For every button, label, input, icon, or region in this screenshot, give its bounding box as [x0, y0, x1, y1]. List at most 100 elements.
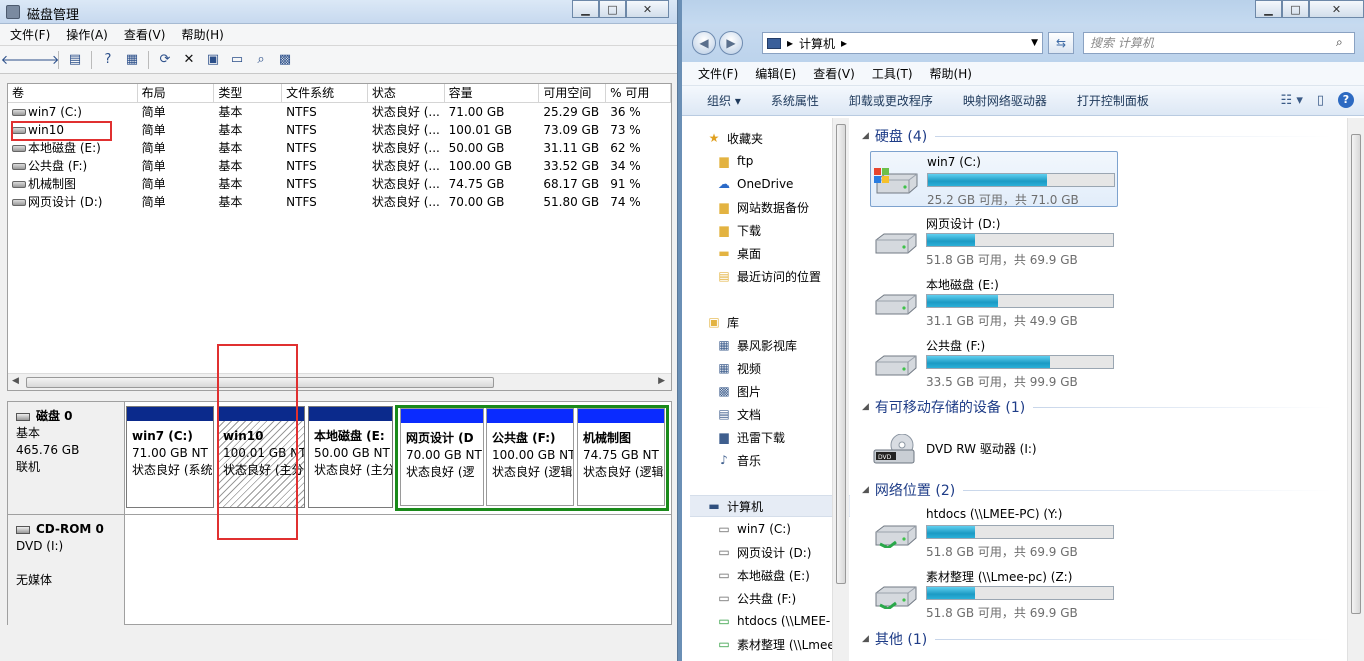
help-icon[interactable]: ?: [98, 50, 118, 70]
properties-icon[interactable]: ▦: [122, 50, 142, 70]
partition-mechanical-drawing[interactable]: 机械制图 74.75 GB NT 状态良好 (逻辑: [577, 408, 665, 506]
col-type[interactable]: 类型: [214, 84, 283, 102]
network-drive-item-material-z[interactable]: 素材整理 (\\Lmee-pc) (Z:) 51.8 GB 可用，共 69.9 G…: [870, 565, 1118, 621]
col-layout[interactable]: 布局: [138, 84, 215, 102]
system-properties-button[interactable]: 系统属性: [771, 92, 819, 109]
nav-item-music[interactable]: ♪ 音乐: [690, 449, 850, 471]
search-icon[interactable]: ⌕: [1336, 35, 1343, 50]
partition-public-f[interactable]: 公共盘 (F:) 100.00 GB NT 状态良好 (逻辑: [486, 408, 574, 506]
forward-icon[interactable]: ▶: [719, 31, 743, 55]
nav-item-recent-places[interactable]: ▤ 最近访问的位置: [690, 265, 850, 287]
rescan-disks-icon[interactable]: ▩: [275, 50, 295, 70]
organize-button[interactable]: 组织 ▾: [707, 92, 741, 109]
menu-action[interactable]: 操作(A): [66, 26, 108, 43]
navigation-scrollbar[interactable]: [832, 118, 849, 661]
nav-item-public-f[interactable]: ▭ 公共盘 (F:): [690, 587, 850, 609]
content-scrollbar[interactable]: [1347, 118, 1364, 661]
close-button[interactable]: ✕: [626, 0, 669, 18]
nav-item-htdocs-y[interactable]: ▭ htdocs (\\LMEE-: [690, 610, 850, 632]
view-options-icon[interactable]: ☷ ▾: [1281, 93, 1303, 108]
partition-webdesign-d[interactable]: 网页设计 (D 70.00 GB NT 状态良好 (逻: [400, 408, 484, 506]
col-percent-free[interactable]: % 可用: [606, 84, 671, 102]
nav-item-baofeng-video-library[interactable]: ▦ 暴风影视库: [690, 334, 850, 356]
drive-item-webdesign-d[interactable]: 网页设计 (D:) 51.8 GB 可用，共 69.9 GB: [870, 212, 1118, 268]
address-dropdown-icon[interactable]: ▼: [1031, 38, 1038, 48]
nav-item-downloads[interactable]: ▆ 下载: [690, 219, 850, 241]
nav-item-win7-c[interactable]: ▭ win7 (C:): [690, 518, 850, 540]
search-icon[interactable]: ⌕: [251, 50, 271, 70]
nav-item-documents[interactable]: ▤ 文档: [690, 403, 850, 425]
disk0-label[interactable]: 磁盘 0 基本 465.76 GB 联机: [8, 402, 125, 514]
col-capacity[interactable]: 容量: [445, 84, 540, 102]
nav-computer[interactable]: ▬ 计算机: [690, 495, 850, 517]
nav-libraries[interactable]: ▣ 库: [690, 311, 850, 333]
menu-tools[interactable]: 工具(T): [872, 65, 913, 82]
scrollbar-thumb[interactable]: [1351, 134, 1361, 614]
collapse-icon[interactable]: ◢: [862, 131, 869, 141]
open-control-panel-button[interactable]: 打开控制面板: [1077, 92, 1149, 109]
cdrom0-label[interactable]: CD-ROM 0 DVD (I:) 无媒体: [8, 515, 125, 625]
menu-edit[interactable]: 编辑(E): [755, 65, 796, 82]
col-free-space[interactable]: 可用空间: [539, 84, 607, 102]
nav-item-ftp[interactable]: ▆ ftp: [690, 150, 850, 172]
drive-item-win7-c[interactable]: win7 (C:) 25.2 GB 可用，共 71.0 GB: [870, 151, 1118, 207]
volume-row[interactable]: 机械制图 简单 基本 NTFS 状态良好 (... 74.75 GB 68.17 GB 91 …: [8, 175, 671, 193]
col-status[interactable]: 状态: [368, 84, 445, 102]
map-network-drive-button[interactable]: 映射网络驱动器: [963, 92, 1047, 109]
menu-file[interactable]: 文件(F): [698, 65, 738, 82]
collapse-icon[interactable]: ◢: [862, 634, 869, 644]
partition-win7-c[interactable]: win7 (C:) 71.00 GB NT 状态良好 (系统: [126, 406, 214, 508]
menu-file[interactable]: 文件(F): [10, 26, 50, 43]
nav-item-material-z[interactable]: ▭ 素材整理 (\\Lmee: [690, 633, 850, 655]
console-tree-icon[interactable]: ▤: [65, 50, 85, 70]
address-bar[interactable]: ▸ 计算机 ▸ ▼: [762, 32, 1043, 54]
network-drive-item-htdocs-y[interactable]: htdocs (\\LMEE-PC) (Y:) 51.8 GB 可用，共 69.9…: [870, 504, 1118, 560]
maximize-button[interactable]: □: [599, 0, 626, 18]
nav-favorites[interactable]: ★ 收藏夹: [690, 127, 850, 149]
nav-item-local-e[interactable]: ▭ 本地磁盘 (E:): [690, 564, 850, 586]
close-button[interactable]: ✕: [1309, 0, 1364, 18]
minimize-button[interactable]: ▁: [572, 0, 599, 18]
menu-view[interactable]: 查看(V): [813, 65, 855, 82]
col-volume[interactable]: 卷: [8, 84, 138, 102]
nav-item-desktop[interactable]: ▬ 桌面: [690, 242, 850, 264]
minimize-button[interactable]: ▁: [1255, 0, 1282, 18]
scroll-right-icon[interactable]: ▶: [658, 376, 665, 386]
group-header-removable[interactable]: ◢ 有可移动存储的设备 (1): [862, 397, 1332, 417]
help-icon[interactable]: ?: [1338, 92, 1354, 108]
group-header-hdd[interactable]: ◢ 硬盘 (4): [862, 126, 1332, 146]
menu-help[interactable]: 帮助(H): [930, 65, 972, 82]
scrollbar-thumb[interactable]: [836, 124, 846, 584]
drive-item-local-e[interactable]: 本地磁盘 (E:) 31.1 GB 可用，共 49.9 GB: [870, 273, 1118, 329]
refresh-icon[interactable]: ⇆: [1048, 32, 1074, 54]
volume-row[interactable]: win7 (C:) 简单 基本 NTFS 状态良好 (... 71.00 GB 25.29 …: [8, 103, 671, 121]
menu-help[interactable]: 帮助(H): [181, 26, 223, 43]
nav-item-website-backup[interactable]: ▆ 网站数据备份: [690, 196, 850, 218]
back-icon[interactable]: ◀: [692, 31, 716, 55]
group-header-other[interactable]: ◢ 其他 (1): [862, 629, 1332, 649]
partition-local-e[interactable]: 本地磁盘 (E: 50.00 GB NT 状态良好 (主分: [308, 406, 393, 508]
refresh-icon[interactable]: ⟳: [155, 50, 175, 70]
nav-item-onedrive[interactable]: ☁ OneDrive: [690, 173, 850, 195]
forward-arrow-icon[interactable]: 🡒: [25, 50, 60, 70]
collapse-icon[interactable]: ◢: [862, 485, 869, 495]
col-filesystem[interactable]: 文件系统: [282, 84, 368, 102]
dvd-drive-item[interactable]: DVD DVD RW 驱动器 (I:): [870, 420, 1118, 476]
volume-row[interactable]: 网页设计 (D:) 简单 基本 NTFS 状态良好 (... 70.00 GB 51.80 …: [8, 193, 671, 211]
horizontal-scrollbar[interactable]: ◀ ▶: [8, 373, 671, 390]
breadcrumb-computer[interactable]: 计算机: [799, 35, 835, 52]
nav-item-videos[interactable]: ▦ 视频: [690, 357, 850, 379]
menu-view[interactable]: 查看(V): [124, 26, 166, 43]
preview-pane-icon[interactable]: ▯: [1317, 93, 1324, 108]
volume-row[interactable]: 本地磁盘 (E:) 简单 基本 NTFS 状态良好 (... 50.00 GB 31.11 …: [8, 139, 671, 157]
properties-sheet-icon[interactable]: ▣: [203, 50, 223, 70]
volume-row[interactable]: 公共盘 (F:) 简单 基本 NTFS 状态良好 (... 100.00 GB 33.52 …: [8, 157, 671, 175]
search-input[interactable]: 搜索 计算机: [1083, 32, 1355, 54]
open-folder-icon[interactable]: ▭: [227, 50, 247, 70]
group-header-network[interactable]: ◢ 网络位置 (2): [862, 480, 1332, 500]
scroll-left-icon[interactable]: ◀: [12, 376, 19, 386]
collapse-icon[interactable]: ◢: [862, 402, 869, 412]
uninstall-program-button[interactable]: 卸载或更改程序: [849, 92, 933, 109]
nav-item-pictures[interactable]: ▩ 图片: [690, 380, 850, 402]
nav-item-webdesign-d[interactable]: ▭ 网页设计 (D:): [690, 541, 850, 563]
